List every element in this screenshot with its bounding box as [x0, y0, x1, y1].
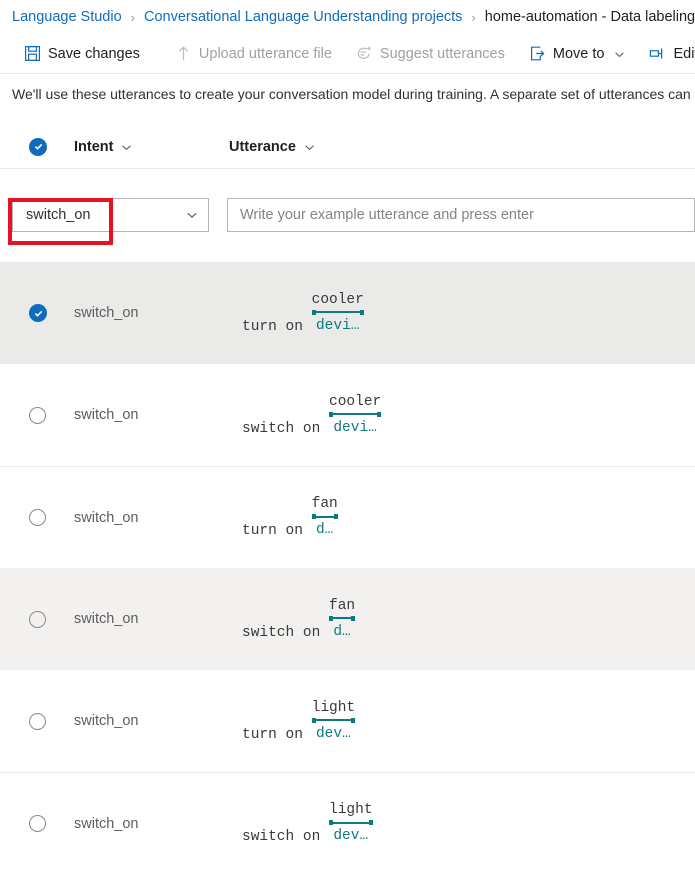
breadcrumb: Language Studio › Conversational Languag…	[0, 0, 695, 34]
column-header-intent-label: Intent	[74, 138, 114, 155]
utterance-list: switch_on turn on cooler devi… switch_on…	[0, 262, 695, 874]
utterance-prefix-text: turn on	[242, 726, 312, 743]
entity-annotation[interactable]: fan d…	[311, 495, 338, 540]
table-row[interactable]: switch_on switch on cooler devi…	[0, 364, 695, 466]
row-checkbox[interactable]	[0, 509, 74, 526]
row-intent: switch_on	[74, 713, 139, 729]
entity-text: cooler	[329, 393, 382, 410]
entity-underline-icon	[329, 820, 373, 825]
edit-label: Edit	[673, 45, 695, 62]
row-utterance[interactable]: switch on fan d…	[229, 597, 695, 642]
row-intent: switch_on	[74, 509, 139, 526]
utterance-prefix-text: switch on	[242, 420, 330, 437]
row-intent: switch_on	[74, 305, 139, 321]
row-checkbox[interactable]	[0, 712, 74, 730]
column-header-utterance-label: Utterance	[229, 138, 296, 155]
save-changes-button[interactable]: Save changes	[22, 41, 142, 66]
entity-text: fan	[329, 597, 356, 614]
utterance-prefix-text: switch on	[242, 624, 330, 641]
checkbox-checked-icon	[29, 137, 47, 156]
page-description: We'll use these utterances to create you…	[12, 86, 695, 102]
chevron-down-icon	[614, 48, 625, 59]
row-utterance[interactable]: turn on light dev…	[229, 699, 695, 744]
table-row[interactable]: switch_on turn on fan d…	[0, 466, 695, 568]
entity-annotation[interactable]: cooler devi…	[311, 291, 365, 336]
suggest-utterances-button[interactable]: Suggest utterances	[354, 41, 507, 66]
breadcrumb-item-current: home-automation - Data labeling	[484, 9, 695, 25]
breadcrumb-item-language-studio[interactable]: Language Studio	[12, 9, 122, 25]
upload-icon	[175, 45, 192, 62]
save-icon	[24, 45, 41, 62]
checkbox-unchecked-icon	[29, 406, 46, 424]
row-checkbox[interactable]	[0, 406, 74, 424]
move-to-button[interactable]: Move to	[527, 41, 628, 66]
intent-select-value: switch_on	[26, 207, 91, 223]
edit-button[interactable]: Edit	[647, 41, 695, 66]
checkbox-unchecked-icon	[29, 815, 46, 832]
row-intent: switch_on	[74, 815, 139, 832]
edit-icon	[649, 45, 666, 62]
table-header-row: Intent Utterance	[0, 125, 695, 169]
entity-label: d…	[333, 623, 351, 640]
utterance-input[interactable]	[227, 198, 695, 232]
suggest-utterances-label: Suggest utterances	[379, 45, 505, 62]
upload-utterance-file-button[interactable]: Upload utterance file	[173, 41, 334, 66]
entity-underline-icon	[311, 309, 365, 315]
intent-select[interactable]: switch_on	[12, 198, 209, 232]
command-toolbar: Save changes Upload utterance file Sugge…	[0, 34, 695, 74]
table-row[interactable]: switch_on switch on light dev…	[0, 772, 695, 874]
entity-underline-icon	[329, 411, 382, 417]
entity-label: devi…	[315, 317, 360, 334]
chevron-down-icon	[186, 209, 198, 221]
table-row[interactable]: switch_on switch on fan d…	[0, 568, 695, 670]
entity-annotation[interactable]: light dev…	[311, 699, 356, 744]
table-row[interactable]: switch_on turn on cooler devi…	[0, 262, 695, 364]
entity-label: devi…	[333, 419, 377, 436]
entity-text: light	[329, 802, 373, 818]
chevron-down-icon	[121, 141, 132, 152]
row-utterance[interactable]: switch on light dev…	[229, 801, 695, 846]
entity-annotation[interactable]: fan d…	[329, 597, 356, 642]
breadcrumb-item-clu-projects[interactable]: Conversational Language Understanding pr…	[144, 9, 462, 25]
entity-text: cooler	[311, 291, 364, 308]
select-all-checkbox[interactable]	[0, 137, 74, 156]
breadcrumb-separator-icon: ›	[471, 9, 476, 25]
row-checkbox[interactable]	[0, 815, 74, 832]
move-to-icon	[529, 45, 546, 62]
checkbox-checked-icon	[29, 304, 47, 322]
chevron-down-icon	[304, 141, 315, 152]
checkbox-unchecked-icon	[29, 610, 46, 628]
entity-annotation[interactable]: light dev…	[329, 801, 373, 846]
entity-underline-icon	[311, 717, 356, 723]
column-header-intent[interactable]: Intent	[74, 139, 229, 155]
entity-label: d…	[315, 522, 334, 538]
row-checkbox[interactable]	[0, 610, 74, 628]
entity-text: light	[311, 699, 356, 716]
breadcrumb-separator-icon: ›	[130, 9, 135, 25]
row-utterance[interactable]: turn on fan d…	[229, 495, 695, 540]
column-header-utterance[interactable]: Utterance	[229, 139, 695, 155]
entity-text: fan	[311, 496, 338, 512]
row-utterance[interactable]: switch on cooler devi…	[229, 393, 695, 438]
row-checkbox[interactable]	[0, 304, 74, 322]
checkbox-unchecked-icon	[29, 712, 46, 730]
row-intent: switch_on	[74, 407, 139, 423]
checkbox-unchecked-icon	[29, 509, 46, 526]
row-utterance[interactable]: turn on cooler devi…	[229, 291, 695, 336]
suggest-sparkle-icon	[356, 45, 373, 62]
utterance-prefix-text: turn on	[242, 318, 312, 335]
save-changes-label: Save changes	[48, 45, 140, 62]
entity-label: dev…	[315, 725, 351, 742]
move-to-label: Move to	[552, 45, 605, 62]
add-utterance-row: switch_on	[0, 192, 695, 238]
utterance-prefix-text: turn on	[242, 523, 312, 539]
entity-underline-icon	[311, 514, 338, 519]
utterance-prefix-text: switch on	[242, 829, 330, 845]
entity-annotation[interactable]: cooler devi…	[329, 393, 382, 438]
row-intent: switch_on	[74, 611, 139, 627]
entity-underline-icon	[329, 615, 356, 621]
entity-label: dev…	[333, 828, 369, 844]
table-row[interactable]: switch_on turn on light dev…	[0, 670, 695, 772]
upload-utterance-file-label: Upload utterance file	[198, 45, 332, 62]
